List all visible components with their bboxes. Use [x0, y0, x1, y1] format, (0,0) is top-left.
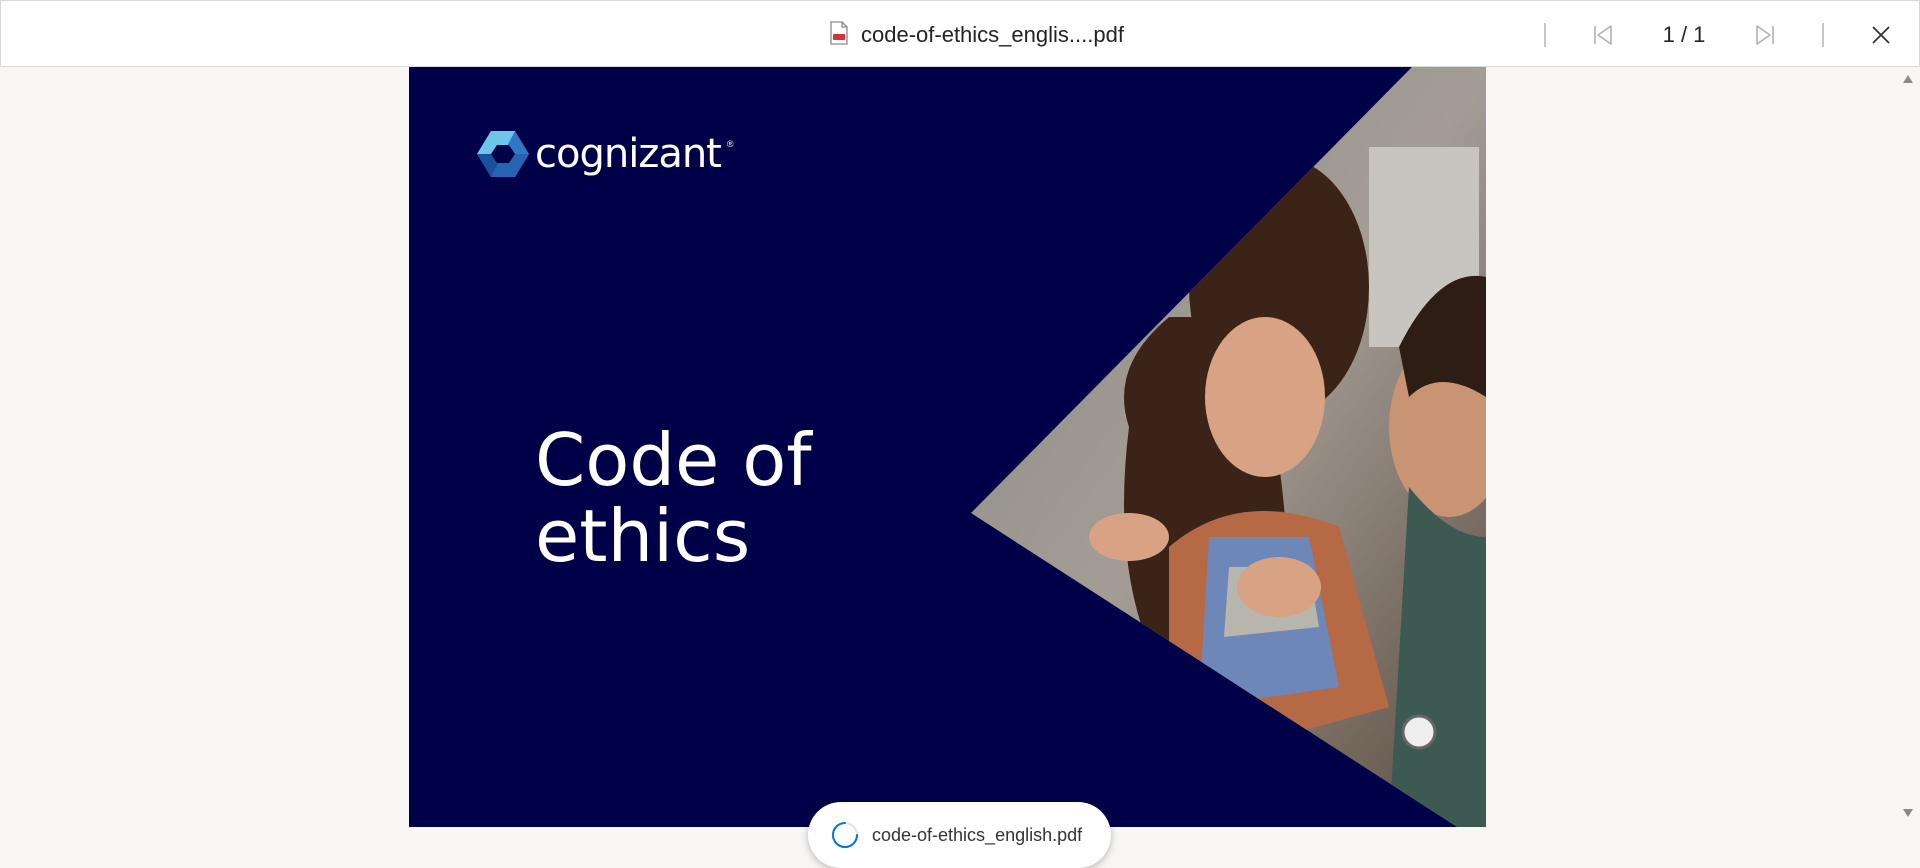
file-title-text: code-of-ethics_englis....pdf: [861, 22, 1124, 47]
close-button[interactable]: [1865, 19, 1897, 51]
pdf-file-icon: [829, 20, 849, 50]
toast-filename: code-of-ethics_english.pdf: [872, 824, 1083, 845]
headline-line-2: ethics: [535, 494, 751, 578]
document-viewer[interactable]: cognizant ® Code of ethics code-of-ethics…: [0, 67, 1920, 868]
toolbar-divider: [1822, 23, 1824, 47]
toolbar-divider: [1544, 23, 1546, 47]
vertical-scrollbar[interactable]: [1896, 67, 1920, 827]
scroll-down-arrow-icon[interactable]: [1902, 807, 1914, 819]
trademark-symbol: ®: [726, 139, 734, 149]
cognizant-logo: cognizant ®: [477, 131, 734, 177]
first-page-button[interactable]: [1587, 19, 1619, 51]
page-indicator: 1 / 1: [1662, 22, 1706, 47]
file-title: code-of-ethics_englis....pdf: [829, 20, 1124, 50]
scroll-up-arrow-icon[interactable]: [1902, 73, 1914, 85]
viewer-toolbar: code-of-ethics_englis....pdf 1 / 1: [0, 0, 1920, 67]
headline-line-1: Code of: [535, 418, 812, 502]
first-page-icon: [1594, 25, 1612, 45]
download-toast: code-of-ethics_english.pdf: [808, 802, 1111, 868]
last-page-button[interactable]: [1749, 19, 1781, 51]
cognizant-logo-icon: [477, 131, 529, 177]
cognizant-logo-text: cognizant: [535, 131, 722, 177]
close-icon: [1872, 26, 1890, 44]
loading-spinner-icon: [832, 822, 858, 848]
document-headline: Code of ethics: [535, 422, 812, 574]
last-page-icon: [1756, 25, 1774, 45]
pdf-page: cognizant ® Code of ethics: [409, 67, 1486, 827]
